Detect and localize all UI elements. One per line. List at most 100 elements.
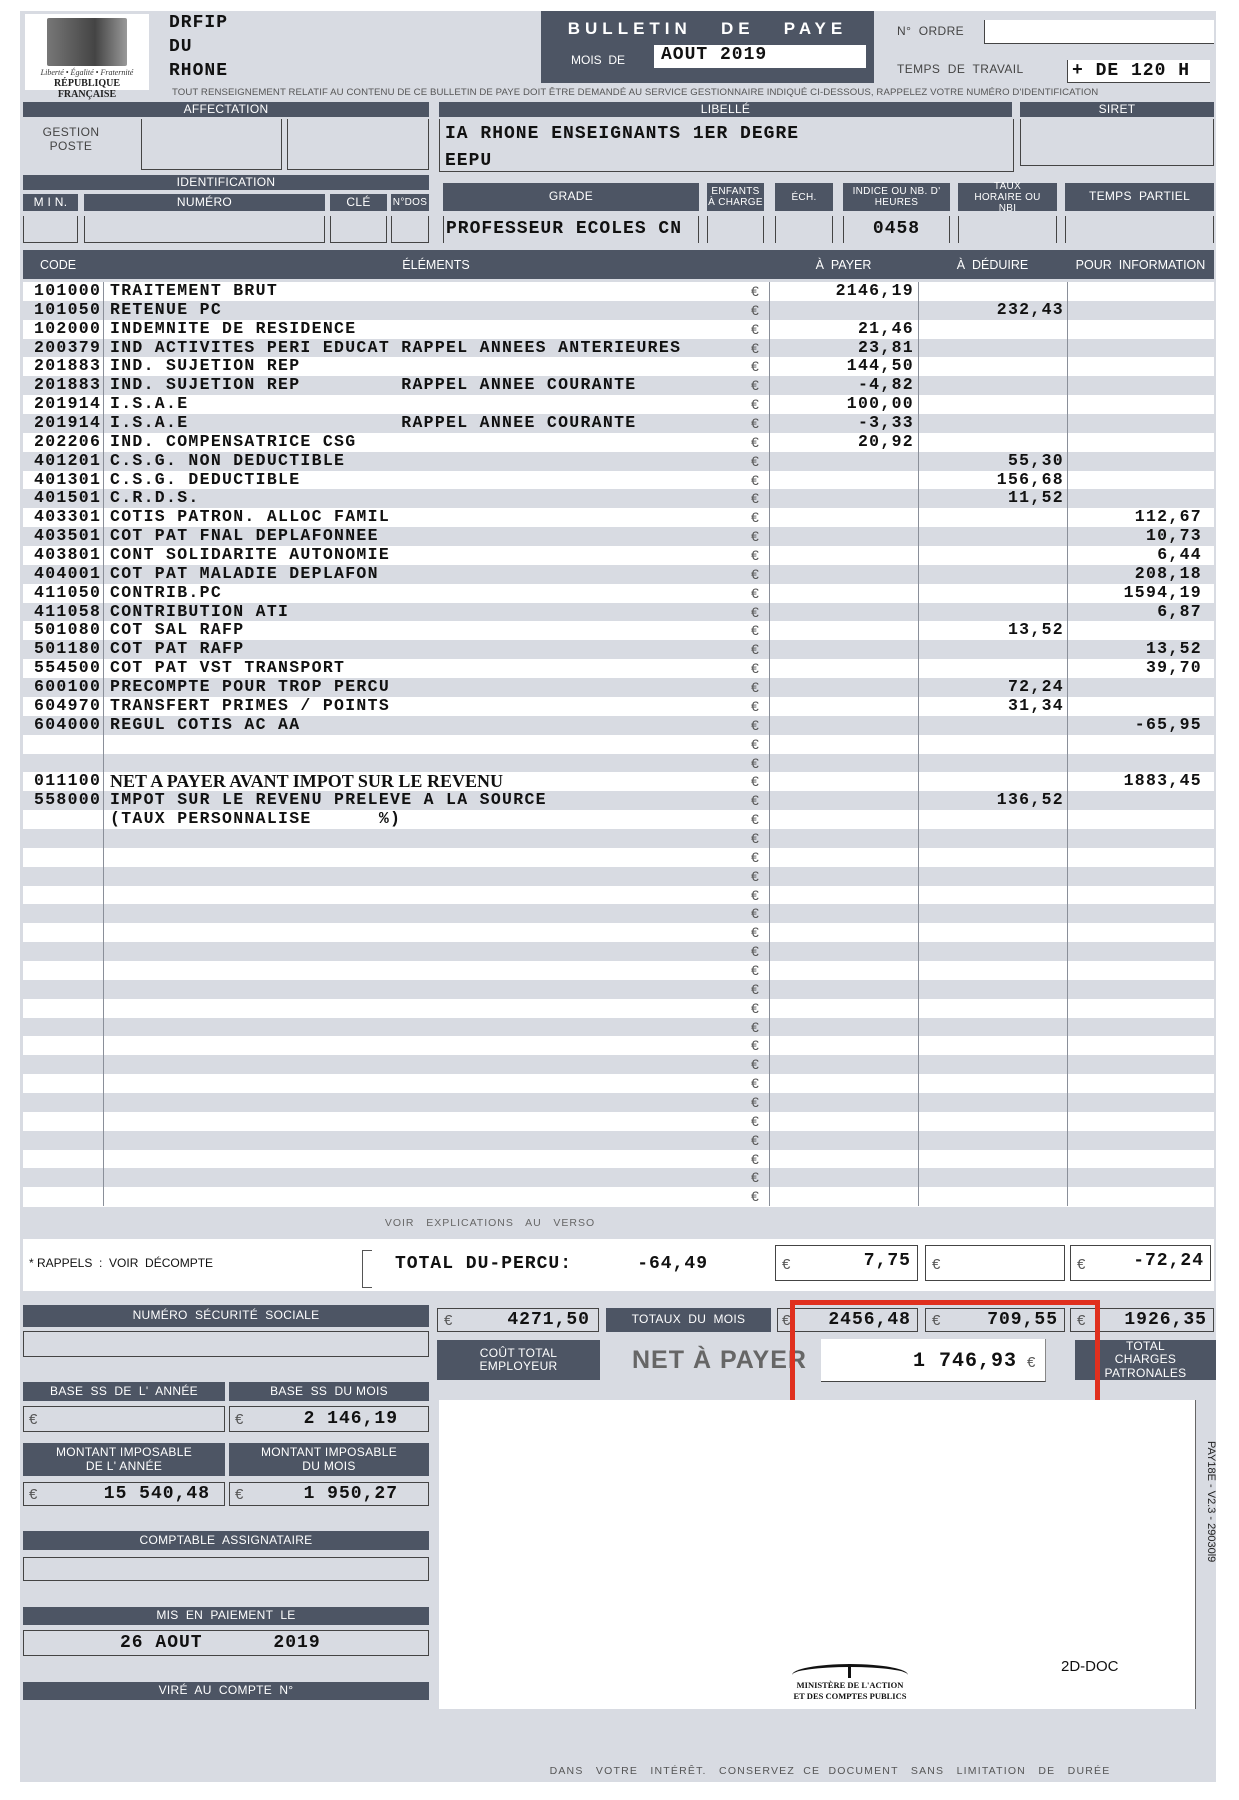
row-label: COT PAT RAFP <box>110 639 245 659</box>
row-label: IND. SUJETION REP RAPPEL ANNEE COURANTE <box>110 375 637 395</box>
row-pay: 2146,19 <box>835 281 914 300</box>
table-row: € <box>23 753 1214 773</box>
row-code: 604000 <box>34 714 102 734</box>
imposable-annee-field: €15 540,48 <box>23 1482 225 1506</box>
row-label: (TAUX PERSONNALISE %) <box>110 809 402 829</box>
euro-icon: € <box>751 433 761 450</box>
verso-notice: VOIR EXPLICATIONS AU VERSO <box>384 1217 596 1229</box>
row-deduct: 232,43 <box>996 299 1064 319</box>
row-code: 403301 <box>34 507 102 527</box>
numero-field <box>84 216 325 243</box>
row-info: 1883,45 <box>1123 771 1202 791</box>
row-pay: 20,92 <box>857 431 914 451</box>
row-code: 201914 <box>34 394 102 414</box>
euro-icon: € <box>751 1112 761 1129</box>
row-pay: 100,00 <box>846 394 914 414</box>
totaux-du-mois-header: TOTAUX DU MOIS <box>606 1308 771 1332</box>
imposable-mois-header: MONTANT IMPOSABLE DU MOIS <box>229 1443 429 1476</box>
euro-icon: € <box>751 377 761 394</box>
min-header: M I N. <box>23 194 78 211</box>
table-row: 101000 TRAITEMENT BRUT 2146,19 € <box>23 281 1214 301</box>
euro-icon: € <box>751 829 761 846</box>
euro-icon: € <box>751 565 761 582</box>
row-code: 403801 <box>34 545 102 565</box>
table-row: € <box>23 1111 1214 1131</box>
row-code: 102000 <box>34 318 102 338</box>
min-field <box>23 216 78 243</box>
euro-icon: € <box>751 1131 761 1148</box>
highlight-rectangle <box>790 1300 1100 1410</box>
row-deduct: 55,30 <box>1007 450 1064 470</box>
vire-au-compte-header: VIRÉ AU COMPTE N° <box>23 1682 429 1700</box>
table-row: € <box>23 960 1214 980</box>
euro-icon: € <box>751 1150 761 1167</box>
euro-icon: € <box>751 490 761 507</box>
row-info: 112,67 <box>1134 507 1202 527</box>
euro-icon: € <box>751 283 761 299</box>
euro-icon: € <box>751 622 761 639</box>
table-row: 554500 COT PAT VST TRANSPORT 39,70 € <box>23 658 1214 679</box>
cout-total-box: €4271,50 <box>437 1308 599 1332</box>
euro-icon: € <box>751 509 761 526</box>
row-code: 411050 <box>34 582 102 602</box>
euro-icon: € <box>751 1056 761 1073</box>
row-info: 10,73 <box>1145 526 1202 546</box>
total-du-percu-value: -64,49 <box>637 1254 708 1274</box>
euro-icon: € <box>751 1075 761 1092</box>
euro-icon: € <box>751 641 761 658</box>
euro-icon: € <box>751 1018 761 1035</box>
row-code: 554500 <box>34 658 102 678</box>
table-row: 201883 IND. SUJETION REP 144,50 € <box>23 357 1214 377</box>
imposable-mois-field: €1 950,27 <box>229 1482 429 1506</box>
euro-icon: € <box>751 1188 761 1205</box>
euro-icon: € <box>751 679 761 696</box>
table-row: 501080 COT SAL RAFP 13,52 € <box>23 620 1214 641</box>
row-label: INDEMNITE DE RESIDENCE <box>110 318 357 338</box>
ech-field <box>775 216 833 243</box>
enfants-field <box>707 216 764 243</box>
table-row: € <box>23 1055 1214 1075</box>
net-a-payer-label: NET À PAYER <box>632 1346 807 1374</box>
row-code: 600100 <box>34 677 102 697</box>
table-row: € <box>23 885 1214 905</box>
table-row: € <box>23 866 1214 886</box>
euro-icon: € <box>751 452 761 469</box>
paiement-header: MIS EN PAIEMENT LE <box>23 1607 429 1625</box>
euro-icon: € <box>751 886 761 903</box>
table-row: 201914 I.S.A.E RAPPEL ANNEE COURANTE -3,33… <box>23 413 1214 433</box>
issuer-line: DU <box>169 37 193 57</box>
temps-partiel-field <box>1065 216 1214 243</box>
base-ss-mois-field: €2 146,19 <box>229 1406 429 1432</box>
total-pay-box: €7,75 <box>775 1245 918 1281</box>
row-label: NET A PAYER AVANT IMPOT SUR LE REVENU <box>110 771 503 792</box>
table-row: 411058 CONTRIBUTION ATI 6,87 € <box>23 602 1214 622</box>
row-label: COT PAT MALADIE DEPLAFON <box>110 563 379 583</box>
row-code: 501180 <box>34 639 102 659</box>
euro-icon: € <box>751 471 761 488</box>
nss-field <box>23 1331 429 1357</box>
table-row: 011100 NET A PAYER AVANT IMPOT SUR LE REV… <box>23 771 1214 792</box>
euro-icon: € <box>751 754 761 771</box>
table-row: € <box>23 979 1214 999</box>
grade-header: GRADE <box>443 183 699 211</box>
base-ss-annee-header: BASE SS DE L' ANNÉE <box>23 1382 225 1401</box>
table-row: 501180 COT PAT RAFP 13,52 € <box>23 639 1214 660</box>
table-row: 201914 I.S.A.E 100,00 € <box>23 394 1214 415</box>
column-divider <box>103 282 104 1207</box>
taux-field <box>958 216 1057 243</box>
cle-field <box>330 216 387 243</box>
row-label: TRANSFERT PRIMES / POINTS <box>110 695 391 715</box>
row-code: 404001 <box>34 563 102 583</box>
euro-icon: € <box>751 716 761 733</box>
euro-icon: € <box>751 848 761 865</box>
table-row: 604970 TRANSFERT PRIMES / POINTS 31,34 € <box>23 695 1214 716</box>
ministry-logo: MINISTÈRE DE L'ACTION ET DES COMPTES PUB… <box>770 1662 930 1704</box>
gestion-field <box>141 119 282 170</box>
table-row: € <box>23 1092 1214 1112</box>
table-row: 411050 CONTRIB.PC 1594,19 € <box>23 582 1214 603</box>
row-deduct: 13,52 <box>1007 620 1064 640</box>
imposable-annee-header: MONTANT IMPOSABLE DE L' ANNÉE <box>23 1443 225 1476</box>
table-row: € <box>23 1168 1214 1188</box>
row-code: 401201 <box>34 450 102 470</box>
issuer-line: RHONE <box>169 61 229 81</box>
